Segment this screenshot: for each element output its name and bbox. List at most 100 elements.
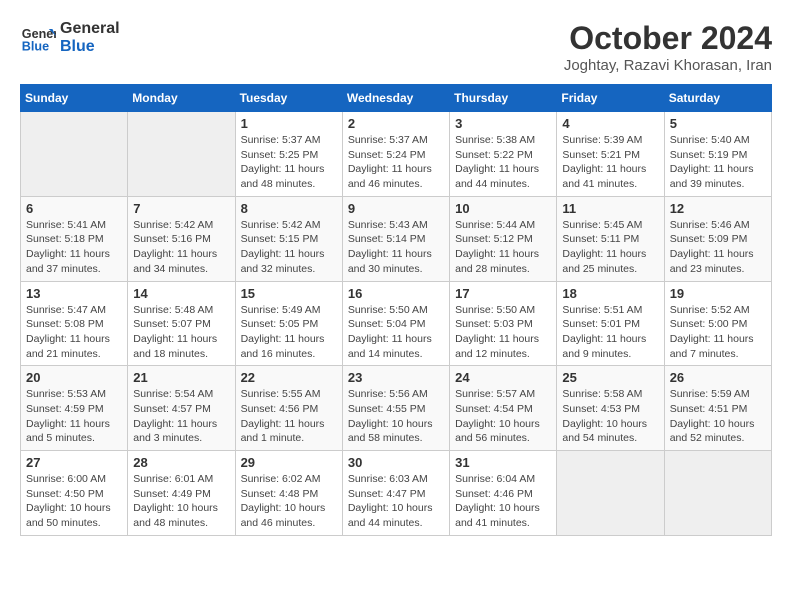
day-info: Sunrise: 5:56 AMSunset: 4:55 PMDaylight:…	[348, 387, 444, 446]
day-info: Sunrise: 5:42 AMSunset: 5:16 PMDaylight:…	[133, 218, 229, 277]
day-number: 21	[133, 370, 229, 385]
day-info: Sunrise: 6:02 AMSunset: 4:48 PMDaylight:…	[241, 472, 337, 531]
day-info: Sunrise: 5:54 AMSunset: 4:57 PMDaylight:…	[133, 387, 229, 446]
calendar-cell: 12 Sunrise: 5:46 AMSunset: 5:09 PMDayligh…	[664, 196, 771, 281]
calendar-cell: 25 Sunrise: 5:58 AMSunset: 4:53 PMDayligh…	[557, 366, 664, 451]
logo-blue: Blue	[60, 38, 120, 56]
calendar-cell: 30 Sunrise: 6:03 AMSunset: 4:47 PMDayligh…	[342, 451, 449, 536]
day-info: Sunrise: 6:04 AMSunset: 4:46 PMDaylight:…	[455, 472, 551, 531]
logo-general: General	[60, 20, 120, 38]
day-number: 15	[241, 286, 337, 301]
day-number: 22	[241, 370, 337, 385]
calendar-cell: 14Sunrise: 5:48 AMSunset: 5:07 PMDayligh…	[128, 281, 235, 366]
day-number: 29	[241, 455, 337, 470]
calendar-cell: 10 Sunrise: 5:44 AMSunset: 5:12 PMDayligh…	[450, 196, 557, 281]
calendar-cell: 17 Sunrise: 5:50 AMSunset: 5:03 PMDayligh…	[450, 281, 557, 366]
day-info: Sunrise: 5:47 AMSunset: 5:08 PMDaylight:…	[26, 303, 122, 362]
calendar-cell: 15 Sunrise: 5:49 AMSunset: 5:05 PMDayligh…	[235, 281, 342, 366]
day-number: 25	[562, 370, 658, 385]
calendar-cell: 18Sunrise: 5:51 AMSunset: 5:01 PMDayligh…	[557, 281, 664, 366]
day-number: 2	[348, 116, 444, 131]
day-number: 20	[26, 370, 122, 385]
svg-text:Blue: Blue	[22, 40, 49, 54]
calendar-cell: 1 Sunrise: 5:37 AMSunset: 5:25 PMDaylight…	[235, 112, 342, 197]
calendar-cell	[21, 112, 128, 197]
calendar-week-5: 27Sunrise: 6:00 AMSunset: 4:50 PMDayligh…	[21, 451, 772, 536]
day-info: Sunrise: 5:50 AMSunset: 5:03 PMDaylight:…	[455, 303, 551, 362]
calendar-week-1: 1 Sunrise: 5:37 AMSunset: 5:25 PMDaylight…	[21, 112, 772, 197]
weekday-header-friday: Friday	[557, 85, 664, 112]
day-info: Sunrise: 5:59 AMSunset: 4:51 PMDaylight:…	[670, 387, 766, 446]
day-info: Sunrise: 5:38 AMSunset: 5:22 PMDaylight:…	[455, 133, 551, 192]
day-number: 28	[133, 455, 229, 470]
calendar-cell: 23 Sunrise: 5:56 AMSunset: 4:55 PMDayligh…	[342, 366, 449, 451]
weekday-header-wednesday: Wednesday	[342, 85, 449, 112]
day-info: Sunrise: 5:44 AMSunset: 5:12 PMDaylight:…	[455, 218, 551, 277]
day-info: Sunrise: 5:39 AMSunset: 5:21 PMDaylight:…	[562, 133, 658, 192]
day-number: 13	[26, 286, 122, 301]
day-number: 8	[241, 201, 337, 216]
day-info: Sunrise: 5:40 AMSunset: 5:19 PMDaylight:…	[670, 133, 766, 192]
day-number: 10	[455, 201, 551, 216]
calendar-cell: 3 Sunrise: 5:38 AMSunset: 5:22 PMDaylight…	[450, 112, 557, 197]
calendar-cell: 27Sunrise: 6:00 AMSunset: 4:50 PMDayligh…	[21, 451, 128, 536]
day-info: Sunrise: 5:37 AMSunset: 5:24 PMDaylight:…	[348, 133, 444, 192]
weekday-header-row: SundayMondayTuesdayWednesdayThursdayFrid…	[21, 85, 772, 112]
day-number: 5	[670, 116, 766, 131]
day-number: 1	[241, 116, 337, 131]
day-number: 26	[670, 370, 766, 385]
day-info: Sunrise: 5:50 AMSunset: 5:04 PMDaylight:…	[348, 303, 444, 362]
day-number: 31	[455, 455, 551, 470]
calendar-cell: 24Sunrise: 5:57 AMSunset: 4:54 PMDayligh…	[450, 366, 557, 451]
day-info: Sunrise: 5:48 AMSunset: 5:07 PMDaylight:…	[133, 303, 229, 362]
title-area: October 2024 Joghtay, Razavi Khorasan, I…	[564, 20, 772, 74]
weekday-header-saturday: Saturday	[664, 85, 771, 112]
day-info: Sunrise: 5:37 AMSunset: 5:25 PMDaylight:…	[241, 133, 337, 192]
day-number: 6	[26, 201, 122, 216]
calendar-cell: 4 Sunrise: 5:39 AMSunset: 5:21 PMDaylight…	[557, 112, 664, 197]
day-info: Sunrise: 5:57 AMSunset: 4:54 PMDaylight:…	[455, 387, 551, 446]
day-info: Sunrise: 5:45 AMSunset: 5:11 PMDaylight:…	[562, 218, 658, 277]
day-number: 18	[562, 286, 658, 301]
calendar-week-2: 6 Sunrise: 5:41 AMSunset: 5:18 PMDaylight…	[21, 196, 772, 281]
calendar-cell: 6 Sunrise: 5:41 AMSunset: 5:18 PMDaylight…	[21, 196, 128, 281]
calendar-cell: 19 Sunrise: 5:52 AMSunset: 5:00 PMDayligh…	[664, 281, 771, 366]
day-number: 11	[562, 201, 658, 216]
day-info: Sunrise: 5:49 AMSunset: 5:05 PMDaylight:…	[241, 303, 337, 362]
calendar-table: SundayMondayTuesdayWednesdayThursdayFrid…	[20, 84, 772, 536]
weekday-header-sunday: Sunday	[21, 85, 128, 112]
calendar-cell: 20 Sunrise: 5:53 AMSunset: 4:59 PMDayligh…	[21, 366, 128, 451]
day-number: 12	[670, 201, 766, 216]
calendar-cell: 26 Sunrise: 5:59 AMSunset: 4:51 PMDayligh…	[664, 366, 771, 451]
day-info: Sunrise: 6:01 AMSunset: 4:49 PMDaylight:…	[133, 472, 229, 531]
calendar-cell: 21 Sunrise: 5:54 AMSunset: 4:57 PMDayligh…	[128, 366, 235, 451]
day-number: 3	[455, 116, 551, 131]
page-header: General Blue General Blue October 2024 J…	[20, 20, 772, 74]
calendar-cell: 11 Sunrise: 5:45 AMSunset: 5:11 PMDayligh…	[557, 196, 664, 281]
calendar-cell: 13 Sunrise: 5:47 AMSunset: 5:08 PMDayligh…	[21, 281, 128, 366]
day-info: Sunrise: 5:52 AMSunset: 5:00 PMDaylight:…	[670, 303, 766, 362]
calendar-cell	[557, 451, 664, 536]
calendar-cell: 9 Sunrise: 5:43 AMSunset: 5:14 PMDaylight…	[342, 196, 449, 281]
day-info: Sunrise: 5:58 AMSunset: 4:53 PMDaylight:…	[562, 387, 658, 446]
calendar-cell: 31 Sunrise: 6:04 AMSunset: 4:46 PMDayligh…	[450, 451, 557, 536]
day-number: 19	[670, 286, 766, 301]
day-number: 23	[348, 370, 444, 385]
day-number: 9	[348, 201, 444, 216]
day-number: 30	[348, 455, 444, 470]
day-number: 4	[562, 116, 658, 131]
calendar-cell: 7 Sunrise: 5:42 AMSunset: 5:16 PMDaylight…	[128, 196, 235, 281]
weekday-header-tuesday: Tuesday	[235, 85, 342, 112]
month-title: October 2024	[564, 20, 772, 57]
day-info: Sunrise: 5:41 AMSunset: 5:18 PMDaylight:…	[26, 218, 122, 277]
day-info: Sunrise: 5:43 AMSunset: 5:14 PMDaylight:…	[348, 218, 444, 277]
day-number: 7	[133, 201, 229, 216]
calendar-cell: 22 Sunrise: 5:55 AMSunset: 4:56 PMDayligh…	[235, 366, 342, 451]
calendar-week-4: 20 Sunrise: 5:53 AMSunset: 4:59 PMDayligh…	[21, 366, 772, 451]
day-info: Sunrise: 5:55 AMSunset: 4:56 PMDaylight:…	[241, 387, 337, 446]
day-info: Sunrise: 6:03 AMSunset: 4:47 PMDaylight:…	[348, 472, 444, 531]
day-info: Sunrise: 5:53 AMSunset: 4:59 PMDaylight:…	[26, 387, 122, 446]
day-number: 17	[455, 286, 551, 301]
day-info: Sunrise: 5:46 AMSunset: 5:09 PMDaylight:…	[670, 218, 766, 277]
day-info: Sunrise: 6:00 AMSunset: 4:50 PMDaylight:…	[26, 472, 122, 531]
